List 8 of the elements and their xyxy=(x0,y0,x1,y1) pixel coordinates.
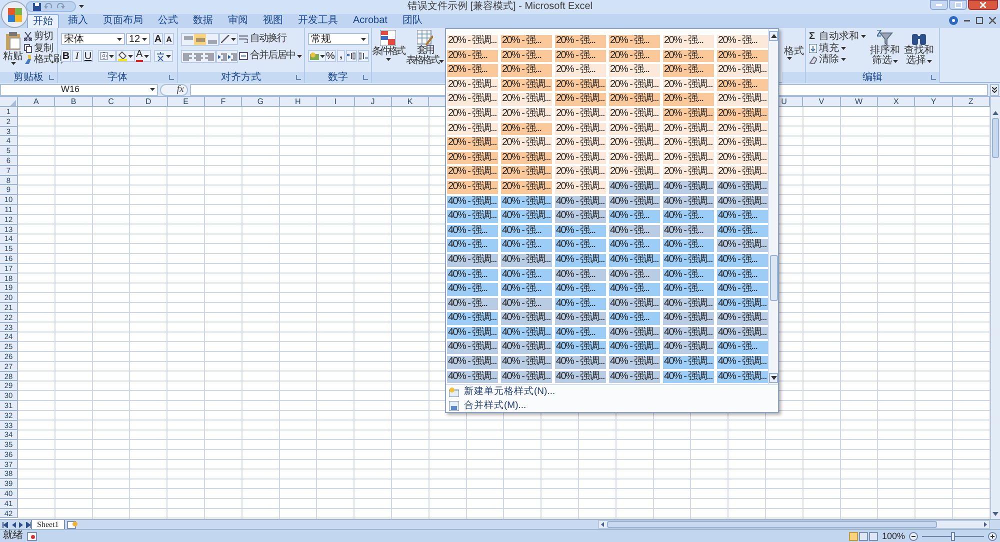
group-label: 编辑 xyxy=(862,72,882,83)
status-text: 就绪 xyxy=(3,530,23,542)
group-label: 剪贴板 xyxy=(14,72,44,83)
group-label: 数字 xyxy=(328,72,348,83)
group-label: 对齐方式 xyxy=(221,72,261,83)
group-label: 字体 xyxy=(108,72,128,83)
window-title: 错误文件示例 [兼容模式] - Microsoft Excel xyxy=(408,0,592,14)
zoom-level: 100% xyxy=(882,530,905,542)
